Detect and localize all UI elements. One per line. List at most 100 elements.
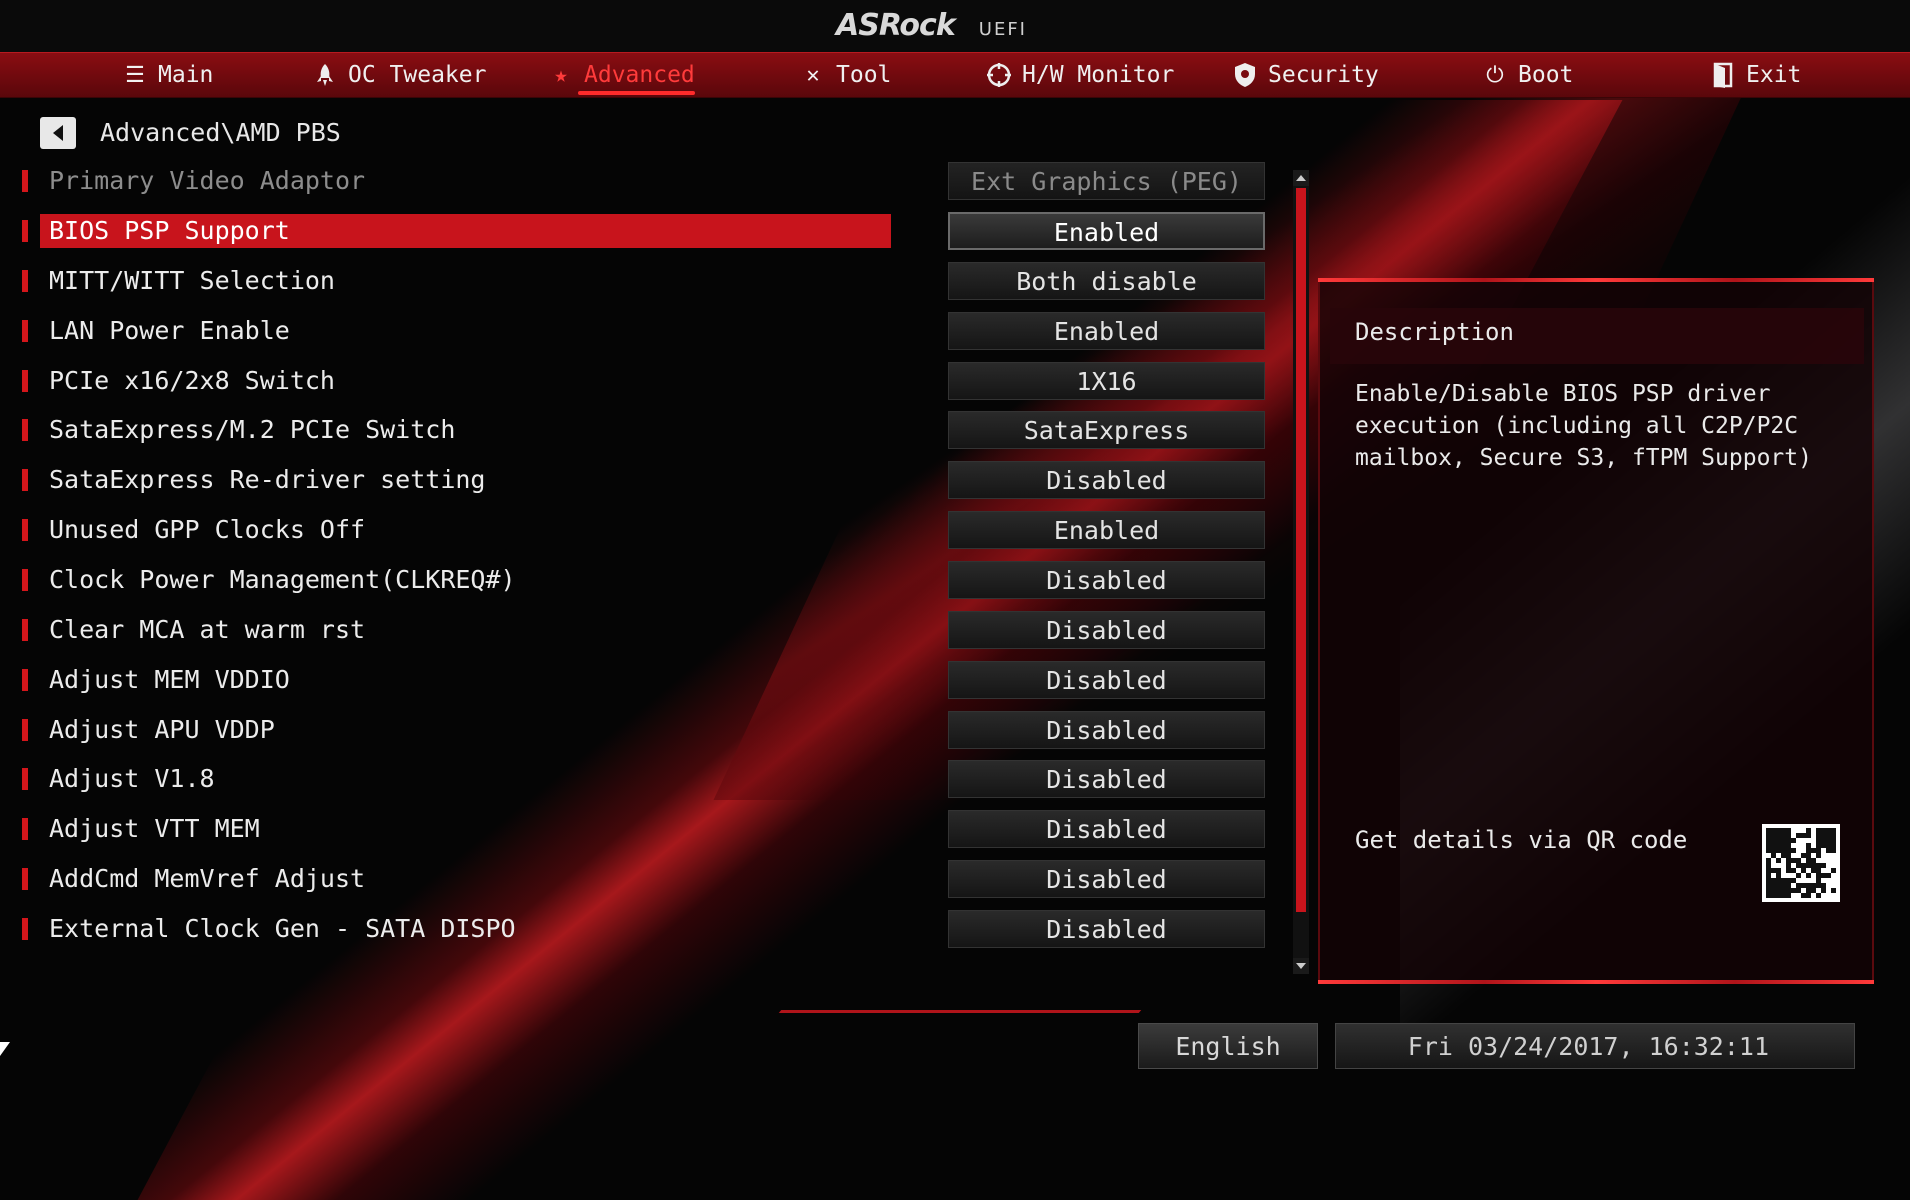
setting-label: Adjust VTT MEM (49, 814, 260, 843)
arrow-left-icon (53, 125, 63, 141)
setting-row[interactable]: SataExpress/M.2 PCIe Switch SataExpress (0, 409, 1290, 451)
setting-label: Clear MCA at warm rst (49, 615, 366, 644)
mouse-pointer-icon (0, 1042, 10, 1056)
tab-advanced[interactable]: ★ Advanced (548, 53, 695, 97)
monitor-icon (986, 62, 1012, 88)
setting-row[interactable]: AddCmd MemVref Adjust Disabled (0, 858, 1290, 900)
row-marker (22, 469, 28, 491)
setting-value[interactable]: Disabled (948, 910, 1265, 948)
tab-hw-monitor[interactable]: H/W Monitor (986, 53, 1174, 97)
logo-subtext: UEFI (978, 19, 1027, 40)
tab-main[interactable]: ☰ Main (122, 53, 213, 97)
row-marker (22, 818, 28, 840)
setting-row[interactable]: Adjust V1.8 Disabled (0, 758, 1290, 800)
setting-row[interactable]: LAN Power Enable Enabled (0, 310, 1290, 352)
row-marker (22, 719, 28, 741)
footer-accent-line (778, 1010, 1142, 1013)
power-icon: ⏻ (1486, 62, 1504, 88)
setting-row[interactable]: Adjust MEM VDDIO Disabled (0, 659, 1290, 701)
setting-value[interactable]: Both disable (948, 262, 1265, 300)
description-title: Description (1355, 318, 1514, 346)
setting-row[interactable]: Adjust APU VDDP Disabled (0, 709, 1290, 751)
row-marker (22, 270, 28, 292)
chevron-down-icon (1296, 963, 1306, 969)
scroll-down-button[interactable] (1293, 958, 1309, 974)
tab-tool[interactable]: ✕ Tool (800, 53, 891, 97)
setting-label: Clock Power Management(CLKREQ#) (49, 565, 516, 594)
scroll-up-button[interactable] (1293, 170, 1309, 186)
setting-value[interactable]: Disabled (948, 611, 1265, 649)
asrock-logo: ASRock UEFI (836, 8, 1027, 43)
row-marker (22, 419, 28, 441)
row-marker (22, 370, 28, 392)
header: ASRock UEFI (0, 0, 1910, 52)
setting-row[interactable]: Clock Power Management(CLKREQ#) Disabled (0, 559, 1290, 601)
setting-row[interactable]: MITT/WITT Selection Both disable (0, 260, 1290, 302)
setting-row[interactable]: Adjust VTT MEM Disabled (0, 808, 1290, 850)
tab-exit[interactable]: Exit (1710, 53, 1801, 97)
description-text: Enable/Disable BIOS PSP driver execution… (1355, 381, 1812, 471)
tab-boot[interactable]: ⏻ Boot (1482, 53, 1573, 97)
setting-value[interactable]: SataExpress (948, 411, 1265, 449)
setting-value[interactable]: Disabled (948, 461, 1265, 499)
tab-label: Boot (1518, 62, 1574, 88)
tab-label: Main (158, 62, 214, 88)
setting-label: Adjust APU VDDP (49, 715, 275, 744)
tab-label: Security (1268, 62, 1379, 88)
setting-value[interactable]: Disabled (948, 711, 1265, 749)
tab-label: Tool (836, 62, 892, 88)
setting-label: PCIe x16/2x8 Switch (49, 366, 335, 395)
setting-label: SataExpress/M.2 PCIe Switch (49, 415, 456, 444)
tab-label: Advanced (584, 62, 695, 88)
setting-label: Unused GPP Clocks Off (49, 515, 366, 544)
setting-value[interactable]: Disabled (948, 661, 1265, 699)
chevron-up-icon (1296, 175, 1306, 181)
logo-text: ASRock (836, 8, 956, 43)
panel-divider (1318, 278, 1874, 282)
row-marker (22, 170, 28, 192)
setting-value[interactable]: Disabled (948, 760, 1265, 798)
tools-icon: ✕ (806, 62, 820, 88)
scrollbar-thumb[interactable] (1296, 188, 1306, 912)
qr-label: Get details via QR code (1355, 826, 1688, 854)
row-marker (22, 519, 28, 541)
setting-row[interactable]: PCIe x16/2x8 Switch 1X16 (0, 360, 1290, 402)
setting-value[interactable]: 1X16 (948, 362, 1265, 400)
rocket-icon (312, 62, 338, 88)
tab-oc-tweaker[interactable]: OC Tweaker (312, 53, 486, 97)
setting-row[interactable]: Clear MCA at warm rst Disabled (0, 609, 1290, 651)
row-marker (22, 569, 28, 591)
tab-label: OC Tweaker (348, 62, 487, 88)
setting-row[interactable]: Primary Video Adaptor Ext Graphics (PEG) (0, 160, 1290, 202)
language-button[interactable]: English (1138, 1023, 1318, 1069)
setting-label: MITT/WITT Selection (49, 266, 335, 295)
setting-value[interactable]: Enabled (948, 312, 1265, 350)
back-button[interactable] (40, 117, 76, 149)
tab-label: Exit (1746, 62, 1802, 88)
setting-row[interactable]: Unused GPP Clocks Off Enabled (0, 509, 1290, 551)
row-marker (22, 320, 28, 342)
setting-row[interactable]: SataExpress Re-driver setting Disabled (0, 459, 1290, 501)
setting-value[interactable]: Disabled (948, 810, 1265, 848)
panel-divider (1318, 980, 1874, 984)
setting-value[interactable]: Ext Graphics (PEG) (948, 162, 1265, 200)
setting-row[interactable]: BIOS PSP Support Enabled (0, 210, 1290, 252)
setting-value[interactable]: Enabled (948, 212, 1265, 250)
setting-label: Primary Video Adaptor (49, 166, 366, 195)
star-icon: ★ (554, 62, 568, 88)
setting-label: SataExpress Re-driver setting (49, 465, 486, 494)
setting-label: LAN Power Enable (49, 316, 290, 345)
setting-value[interactable]: Enabled (948, 511, 1265, 549)
qr-code-icon (1762, 824, 1840, 902)
main-tab-bar: ☰ Main OC Tweaker ★ Advanced ✕ Tool H/W … (0, 52, 1910, 98)
tab-security[interactable]: Security (1232, 53, 1379, 97)
row-marker (22, 220, 28, 242)
setting-row[interactable]: External Clock Gen - SATA DISPO Disabled (0, 908, 1290, 950)
shield-icon (1232, 62, 1258, 88)
row-marker (22, 669, 28, 691)
row-marker (22, 619, 28, 641)
setting-value[interactable]: Disabled (948, 561, 1265, 599)
setting-value[interactable]: Disabled (948, 860, 1265, 898)
exit-door-icon (1710, 62, 1736, 88)
setting-label: BIOS PSP Support (40, 214, 891, 248)
